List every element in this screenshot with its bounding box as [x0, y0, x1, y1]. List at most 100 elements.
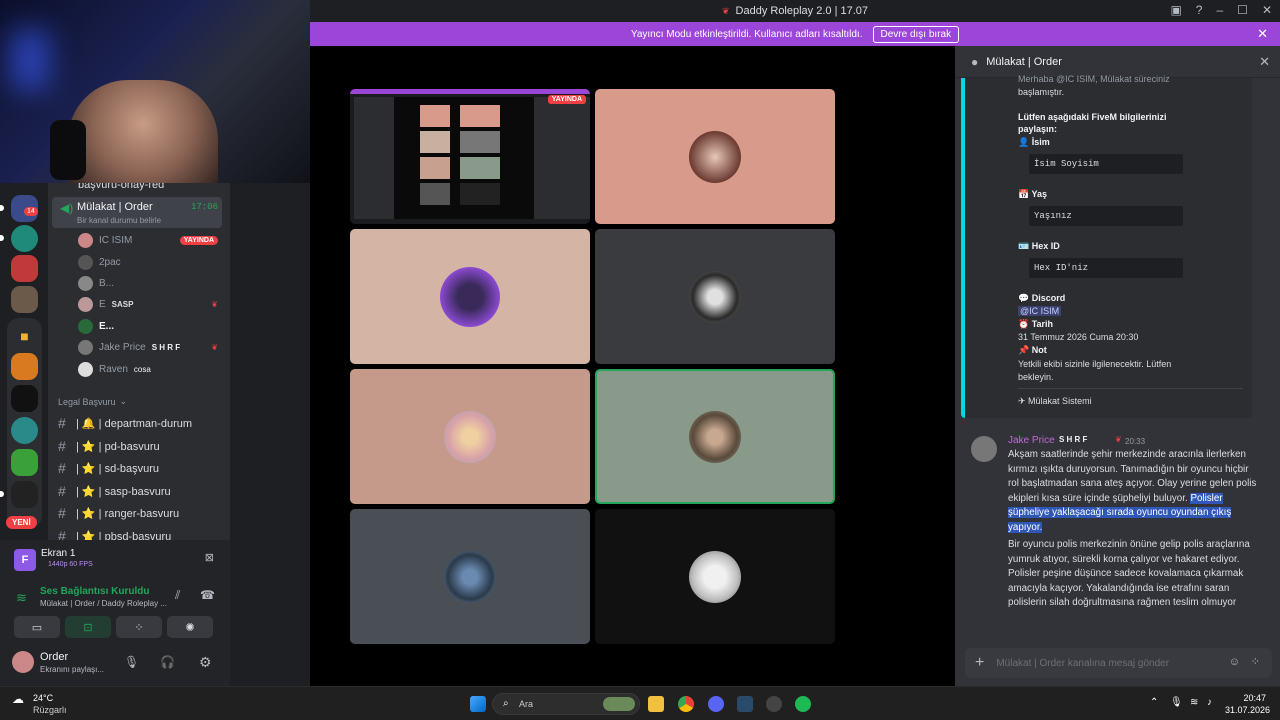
help-icon[interactable]: ?: [1196, 3, 1203, 17]
plus-icon[interactable]: +: [975, 654, 984, 672]
voice-channel-status[interactable]: Bir kanal durumu belirle: [77, 216, 161, 225]
app-icon[interactable]: [737, 696, 753, 712]
text-channel[interactable]: # | ⭐ | sd-başvuru: [48, 460, 230, 476]
avatar: [78, 362, 93, 377]
channel-partial[interactable]: başvuru-onay-red: [48, 183, 230, 191]
field-value: İsim Soyisim: [1028, 153, 1184, 175]
microphone-icon[interactable]: 🎙: [124, 655, 139, 669]
noise-suppression-icon[interactable]: ⫽: [175, 588, 180, 603]
emoji-icon[interactable]: ☺: [1229, 656, 1240, 668]
user-name[interactable]: Order: [40, 651, 68, 663]
server-icon[interactable]: [11, 385, 38, 412]
minimize-button[interactable]: –: [1216, 3, 1223, 17]
message-composer[interactable]: + Mülakat | Order kanalına mesaj gönder …: [965, 648, 1272, 678]
server-icon[interactable]: [11, 417, 38, 444]
avatar: [78, 255, 93, 270]
avatar: [78, 297, 93, 312]
close-icon[interactable]: ✕: [1259, 54, 1270, 70]
disconnect-icon[interactable]: ☎: [200, 588, 215, 602]
participant-tile[interactable]: [595, 509, 835, 644]
server-icon[interactable]: [11, 286, 38, 313]
apps-icon[interactable]: ⁘: [1251, 655, 1260, 668]
search-label: Ara: [519, 699, 534, 709]
chrome-icon[interactable]: [678, 696, 694, 712]
banner-close-icon[interactable]: ✕: [1257, 26, 1268, 42]
wifi-icon[interactable]: ≋: [1190, 697, 1198, 708]
participant-tile-speaking[interactable]: [595, 369, 835, 504]
weather-temp[interactable]: 24°C: [33, 693, 53, 703]
file-explorer-icon[interactable]: [648, 696, 664, 712]
share-screen-button[interactable]: ⊡: [65, 616, 111, 638]
server-icon[interactable]: [11, 353, 38, 380]
maximize-button[interactable]: ☐: [1237, 3, 1248, 17]
clock-time[interactable]: 20:47: [1233, 693, 1266, 703]
user-mention[interactable]: @IC ISIM: [1018, 306, 1062, 316]
voice-user[interactable]: Jake Price S H R F ❦: [48, 340, 230, 355]
server-icon[interactable]: [11, 449, 38, 476]
chevron-up-icon[interactable]: ⌃: [1150, 697, 1158, 708]
voice-status[interactable]: Ses Bağlantısı Kuruldu: [40, 586, 149, 597]
windows-start-icon[interactable]: [470, 696, 486, 712]
voice-user[interactable]: E...: [48, 319, 230, 334]
microphone-icon[interactable]: 🎙: [1170, 697, 1183, 708]
clock-date[interactable]: 31.07.2026: [1225, 705, 1270, 715]
close-window-button[interactable]: ✕: [1262, 3, 1272, 17]
volume-icon[interactable]: ♪: [1207, 697, 1212, 708]
text-channel[interactable]: # | ⭐ | sasp-basvuru: [48, 483, 230, 499]
pin-icon: 📌: [1018, 345, 1032, 355]
discord-icon[interactable]: [708, 696, 724, 712]
role-tag: S H R F: [151, 343, 181, 352]
activities-button[interactable]: ⁘: [116, 616, 162, 638]
text-channel[interactable]: # | ⭐ | pd-basvuru: [48, 438, 230, 454]
screen-share-tile[interactable]: YAYINDA: [350, 89, 590, 224]
server-icon[interactable]: [11, 255, 38, 282]
signal-icon[interactable]: ≋: [16, 590, 27, 606]
composer-placeholder[interactable]: Mülakat | Order kanalına mesaj gönder: [996, 658, 1169, 669]
new-badge: YENİ: [6, 516, 37, 529]
text-channel[interactable]: # | ⭐ | pbsd-basvuru: [48, 528, 230, 540]
headphones-icon[interactable]: 🎧: [160, 655, 175, 669]
screen-share-quality: 1440p 60 FPS: [48, 561, 93, 568]
hash-icon: #: [58, 438, 66, 454]
folder-icon[interactable]: ■: [11, 322, 38, 349]
message-avatar[interactable]: [971, 436, 997, 462]
avatar: [78, 319, 93, 334]
voice-user[interactable]: E SASP ❦: [48, 297, 230, 312]
server-icon[interactable]: [11, 481, 38, 508]
server-tag-icon: ❦: [211, 300, 218, 309]
note-value: Yetkili ekibi sizinle ilgilenecektir. Lü…: [1018, 359, 1172, 382]
inbox-icon[interactable]: ▣: [1170, 3, 1181, 17]
voice-channel-path[interactable]: Mülakat | Order / Daddy Roleplay ...: [40, 599, 167, 608]
text-channel[interactable]: # | 🔔 | departman-durum: [48, 415, 230, 431]
user-avatar[interactable]: [12, 651, 34, 673]
message-author[interactable]: Jake Price: [1008, 435, 1055, 446]
alarm-clock-icon: ⏰: [1018, 319, 1032, 329]
participant-tile[interactable]: [350, 509, 590, 644]
weather-icon[interactable]: ☁: [12, 692, 24, 706]
chat-bubble-icon: ●: [971, 54, 979, 69]
voice-user[interactable]: 2pac: [48, 255, 230, 270]
participant-tile[interactable]: [350, 229, 590, 364]
banner-text: Yayıncı Modu etkinleştirildi. Kullanıcı …: [630, 28, 863, 40]
participant-tile[interactable]: [350, 369, 590, 504]
active-voice-channel[interactable]: ◀) Mülakat | Order 17:06 Bir kanal durum…: [52, 197, 222, 228]
weather-text[interactable]: Rüzgarlı: [33, 705, 67, 715]
participant-tile[interactable]: [595, 89, 835, 224]
soundboard-button[interactable]: ✺: [167, 616, 213, 638]
stop-share-icon[interactable]: ⊠: [205, 551, 214, 564]
text-channel[interactable]: # | ⭐ | ranger-basvuru: [48, 505, 230, 521]
obs-icon[interactable]: [766, 696, 782, 712]
voice-user[interactable]: Raven cosa: [48, 362, 230, 377]
spotify-icon[interactable]: [795, 696, 811, 712]
gear-icon[interactable]: ⚙: [199, 654, 212, 671]
server-icon[interactable]: [11, 225, 38, 252]
hash-icon: #: [58, 460, 66, 476]
voice-user-name: IC ISIM: [99, 235, 133, 246]
participant-tile[interactable]: [595, 229, 835, 364]
voice-user[interactable]: B...: [48, 276, 230, 291]
disable-streamer-mode-button[interactable]: Devre dışı bırak: [872, 25, 960, 43]
voice-user[interactable]: IC ISIM YAYINDA: [48, 233, 230, 248]
category-header[interactable]: Legal Başvuru ⌄: [48, 396, 230, 407]
search-box[interactable]: ⌕ Ara: [492, 693, 640, 715]
camera-off-button[interactable]: ▭: [14, 616, 60, 638]
